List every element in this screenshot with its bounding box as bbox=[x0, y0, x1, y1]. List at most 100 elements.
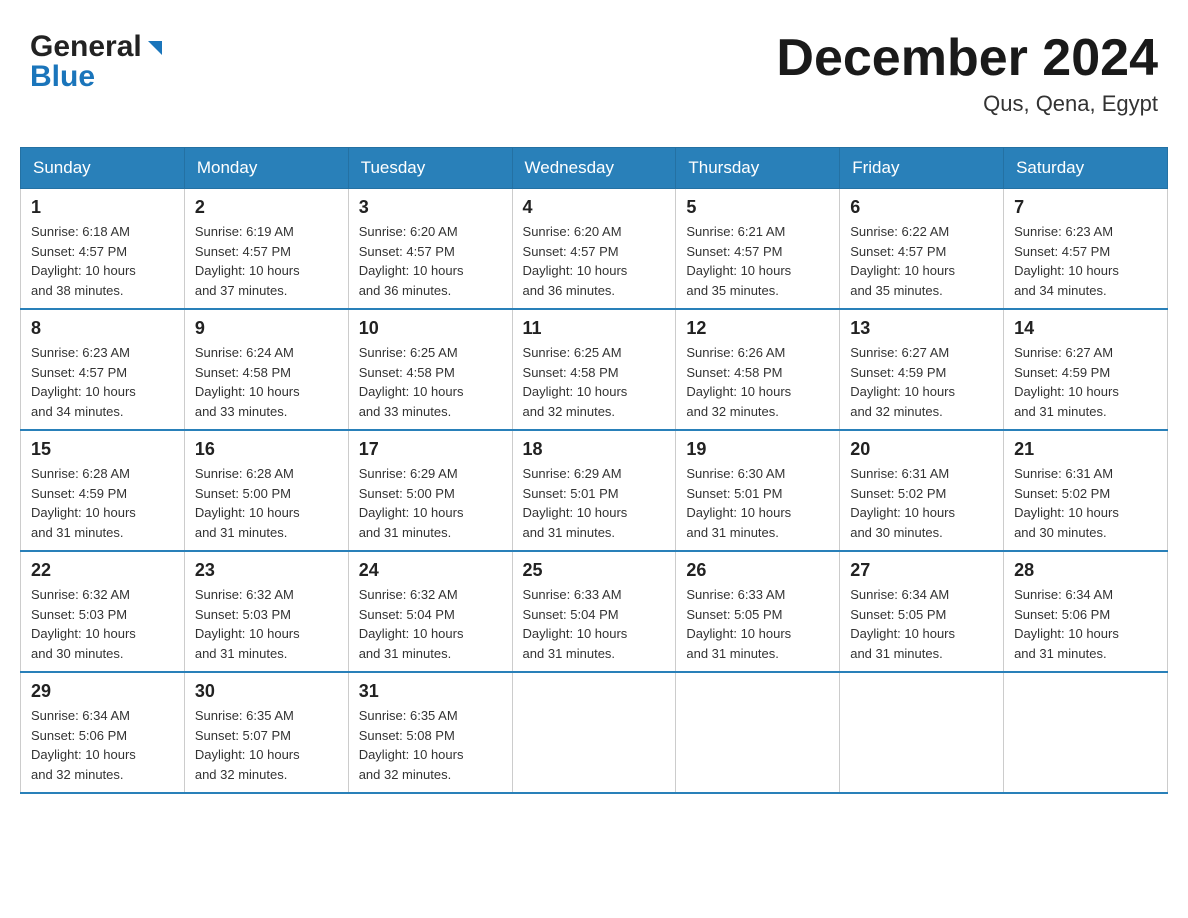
day-cell: 22 Sunrise: 6:32 AMSunset: 5:03 PMDayligh… bbox=[21, 551, 185, 672]
day-info: Sunrise: 6:35 AMSunset: 5:08 PMDaylight:… bbox=[359, 706, 502, 784]
day-cell: 3 Sunrise: 6:20 AMSunset: 4:57 PMDaylight… bbox=[348, 189, 512, 310]
day-info: Sunrise: 6:19 AMSunset: 4:57 PMDaylight:… bbox=[195, 222, 338, 300]
day-number: 28 bbox=[1014, 560, 1157, 581]
day-number: 27 bbox=[850, 560, 993, 581]
day-info: Sunrise: 6:32 AMSunset: 5:04 PMDaylight:… bbox=[359, 585, 502, 663]
week-row-1: 1Sunrise: 6:18 AMSunset: 4:57 PMDaylight… bbox=[21, 189, 1168, 310]
day-number: 10 bbox=[359, 318, 502, 339]
weekday-header-wednesday: Wednesday bbox=[512, 148, 676, 189]
day-number: 5 bbox=[686, 197, 829, 218]
day-cell: 21 Sunrise: 6:31 AMSunset: 5:02 PMDayligh… bbox=[1004, 430, 1168, 551]
day-cell: 11 Sunrise: 6:25 AMSunset: 4:58 PMDayligh… bbox=[512, 309, 676, 430]
logo-general-text: General bbox=[30, 30, 142, 64]
day-info: Sunrise: 6:25 AMSunset: 4:58 PMDaylight:… bbox=[523, 343, 666, 421]
day-cell: 1Sunrise: 6:18 AMSunset: 4:57 PMDaylight… bbox=[21, 189, 185, 310]
day-info: Sunrise: 6:32 AMSunset: 5:03 PMDaylight:… bbox=[195, 585, 338, 663]
day-cell: 6 Sunrise: 6:22 AMSunset: 4:57 PMDaylight… bbox=[840, 189, 1004, 310]
day-info: Sunrise: 6:26 AMSunset: 4:58 PMDaylight:… bbox=[686, 343, 829, 421]
day-number: 6 bbox=[850, 197, 993, 218]
day-cell bbox=[1004, 672, 1168, 793]
day-number: 1 bbox=[31, 197, 174, 218]
day-number: 11 bbox=[523, 318, 666, 339]
day-cell: 12 Sunrise: 6:26 AMSunset: 4:58 PMDayligh… bbox=[676, 309, 840, 430]
weekday-header-sunday: Sunday bbox=[21, 148, 185, 189]
day-cell: 26Sunrise: 6:33 AMSunset: 5:05 PMDayligh… bbox=[676, 551, 840, 672]
day-info: Sunrise: 6:34 AMSunset: 5:06 PMDaylight:… bbox=[31, 706, 174, 784]
day-info: Sunrise: 6:20 AMSunset: 4:57 PMDaylight:… bbox=[523, 222, 666, 300]
page-header: General Blue December 2024 Qus, Qena, Eg… bbox=[20, 20, 1168, 127]
day-cell: 18 Sunrise: 6:29 AMSunset: 5:01 PMDayligh… bbox=[512, 430, 676, 551]
day-cell: 13 Sunrise: 6:27 AMSunset: 4:59 PMDayligh… bbox=[840, 309, 1004, 430]
day-number: 15 bbox=[31, 439, 174, 460]
day-cell: 23Sunrise: 6:32 AMSunset: 5:03 PMDayligh… bbox=[184, 551, 348, 672]
day-number: 30 bbox=[195, 681, 338, 702]
day-info: Sunrise: 6:32 AMSunset: 5:03 PMDaylight:… bbox=[31, 585, 174, 663]
day-info: Sunrise: 6:22 AMSunset: 4:57 PMDaylight:… bbox=[850, 222, 993, 300]
day-info: Sunrise: 6:29 AMSunset: 5:01 PMDaylight:… bbox=[523, 464, 666, 542]
day-number: 26 bbox=[686, 560, 829, 581]
weekday-header-monday: Monday bbox=[184, 148, 348, 189]
day-number: 21 bbox=[1014, 439, 1157, 460]
day-number: 29 bbox=[31, 681, 174, 702]
day-info: Sunrise: 6:23 AMSunset: 4:57 PMDaylight:… bbox=[1014, 222, 1157, 300]
day-number: 4 bbox=[523, 197, 666, 218]
calendar-table: SundayMondayTuesdayWednesdayThursdayFrid… bbox=[20, 147, 1168, 794]
day-info: Sunrise: 6:34 AMSunset: 5:06 PMDaylight:… bbox=[1014, 585, 1157, 663]
day-info: Sunrise: 6:24 AMSunset: 4:58 PMDaylight:… bbox=[195, 343, 338, 421]
day-cell: 25Sunrise: 6:33 AMSunset: 5:04 PMDayligh… bbox=[512, 551, 676, 672]
day-cell: 15 Sunrise: 6:28 AMSunset: 4:59 PMDayligh… bbox=[21, 430, 185, 551]
day-cell: 7 Sunrise: 6:23 AMSunset: 4:57 PMDaylight… bbox=[1004, 189, 1168, 310]
week-row-3: 15 Sunrise: 6:28 AMSunset: 4:59 PMDayligh… bbox=[21, 430, 1168, 551]
day-number: 2 bbox=[195, 197, 338, 218]
day-cell: 31 Sunrise: 6:35 AMSunset: 5:08 PMDayligh… bbox=[348, 672, 512, 793]
day-info: Sunrise: 6:28 AMSunset: 5:00 PMDaylight:… bbox=[195, 464, 338, 542]
day-cell: 17 Sunrise: 6:29 AMSunset: 5:00 PMDayligh… bbox=[348, 430, 512, 551]
day-info: Sunrise: 6:31 AMSunset: 5:02 PMDaylight:… bbox=[1014, 464, 1157, 542]
logo: General Blue bbox=[30, 30, 166, 94]
location-text: Qus, Qena, Egypt bbox=[776, 91, 1158, 117]
day-cell: 19Sunrise: 6:30 AMSunset: 5:01 PMDayligh… bbox=[676, 430, 840, 551]
weekday-header-saturday: Saturday bbox=[1004, 148, 1168, 189]
weekday-header-friday: Friday bbox=[840, 148, 1004, 189]
day-number: 13 bbox=[850, 318, 993, 339]
day-number: 24 bbox=[359, 560, 502, 581]
logo-triangle-icon bbox=[144, 37, 166, 59]
weekday-header-tuesday: Tuesday bbox=[348, 148, 512, 189]
day-info: Sunrise: 6:29 AMSunset: 5:00 PMDaylight:… bbox=[359, 464, 502, 542]
day-info: Sunrise: 6:23 AMSunset: 4:57 PMDaylight:… bbox=[31, 343, 174, 421]
logo-blue-text: Blue bbox=[30, 60, 95, 94]
week-row-5: 29 Sunrise: 6:34 AMSunset: 5:06 PMDayligh… bbox=[21, 672, 1168, 793]
day-number: 7 bbox=[1014, 197, 1157, 218]
day-number: 18 bbox=[523, 439, 666, 460]
day-cell: 20 Sunrise: 6:31 AMSunset: 5:02 PMDayligh… bbox=[840, 430, 1004, 551]
week-row-4: 22 Sunrise: 6:32 AMSunset: 5:03 PMDayligh… bbox=[21, 551, 1168, 672]
day-info: Sunrise: 6:21 AMSunset: 4:57 PMDaylight:… bbox=[686, 222, 829, 300]
day-cell: 10Sunrise: 6:25 AMSunset: 4:58 PMDayligh… bbox=[348, 309, 512, 430]
day-number: 12 bbox=[686, 318, 829, 339]
day-info: Sunrise: 6:27 AMSunset: 4:59 PMDaylight:… bbox=[1014, 343, 1157, 421]
day-info: Sunrise: 6:28 AMSunset: 4:59 PMDaylight:… bbox=[31, 464, 174, 542]
day-cell: 29 Sunrise: 6:34 AMSunset: 5:06 PMDayligh… bbox=[21, 672, 185, 793]
day-number: 3 bbox=[359, 197, 502, 218]
day-cell: 16Sunrise: 6:28 AMSunset: 5:00 PMDayligh… bbox=[184, 430, 348, 551]
day-cell: 9Sunrise: 6:24 AMSunset: 4:58 PMDaylight… bbox=[184, 309, 348, 430]
day-info: Sunrise: 6:31 AMSunset: 5:02 PMDaylight:… bbox=[850, 464, 993, 542]
title-section: December 2024 Qus, Qena, Egypt bbox=[776, 30, 1158, 117]
day-number: 25 bbox=[523, 560, 666, 581]
week-row-2: 8Sunrise: 6:23 AMSunset: 4:57 PMDaylight… bbox=[21, 309, 1168, 430]
day-cell: 2 Sunrise: 6:19 AMSunset: 4:57 PMDaylight… bbox=[184, 189, 348, 310]
day-info: Sunrise: 6:27 AMSunset: 4:59 PMDaylight:… bbox=[850, 343, 993, 421]
day-cell bbox=[840, 672, 1004, 793]
day-info: Sunrise: 6:34 AMSunset: 5:05 PMDaylight:… bbox=[850, 585, 993, 663]
weekday-header-row: SundayMondayTuesdayWednesdayThursdayFrid… bbox=[21, 148, 1168, 189]
month-title: December 2024 bbox=[776, 30, 1158, 87]
day-cell: 27 Sunrise: 6:34 AMSunset: 5:05 PMDayligh… bbox=[840, 551, 1004, 672]
day-number: 31 bbox=[359, 681, 502, 702]
day-info: Sunrise: 6:35 AMSunset: 5:07 PMDaylight:… bbox=[195, 706, 338, 784]
day-number: 20 bbox=[850, 439, 993, 460]
day-info: Sunrise: 6:20 AMSunset: 4:57 PMDaylight:… bbox=[359, 222, 502, 300]
day-number: 19 bbox=[686, 439, 829, 460]
day-number: 17 bbox=[359, 439, 502, 460]
day-number: 22 bbox=[31, 560, 174, 581]
day-cell: 28 Sunrise: 6:34 AMSunset: 5:06 PMDayligh… bbox=[1004, 551, 1168, 672]
